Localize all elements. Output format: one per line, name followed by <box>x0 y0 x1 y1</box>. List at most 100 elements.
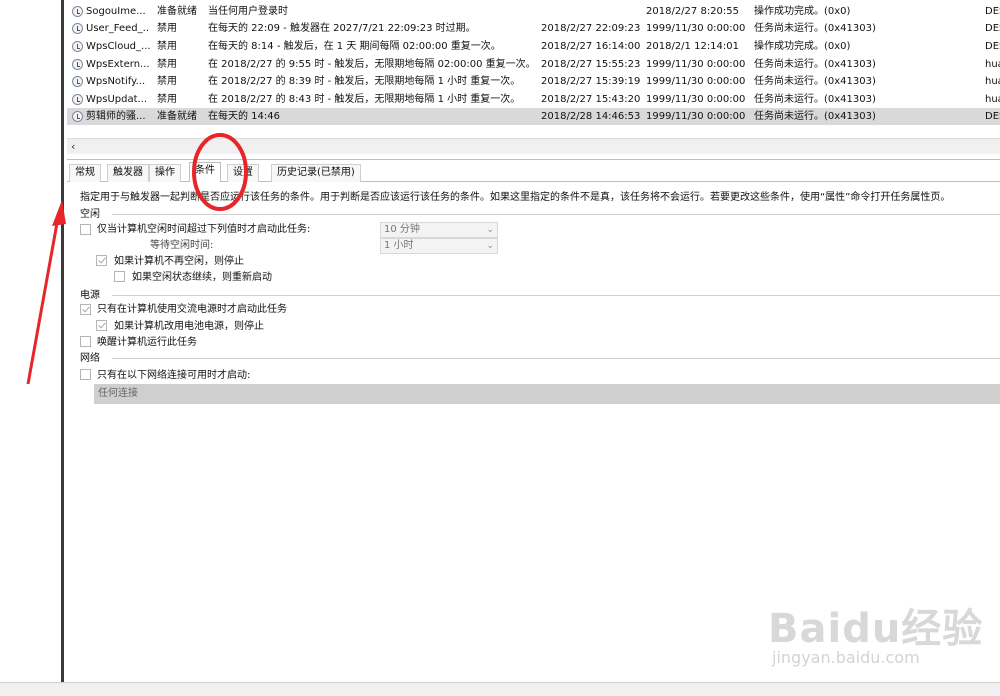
network-group-title: 网络 <box>80 353 100 364</box>
task-trigger: 在 2018/2/27 的 8:39 时 - 触发后，无限期地每隔 1 小时 重… <box>208 76 521 87</box>
start-if-idle-checkbox[interactable] <box>80 224 91 235</box>
task-status: 准备就绪 <box>157 6 197 17</box>
task-status: 禁用 <box>157 41 177 52</box>
wake-computer-label: 唤醒计算机运行此任务 <box>97 337 197 348</box>
task-next-run: 2018/2/27 15:55:23 <box>541 59 641 70</box>
wait-idle-label: 等待空闲时间: <box>150 240 214 251</box>
horizontal-scrollbar[interactable]: ‹ <box>67 138 1000 154</box>
tab-general[interactable]: 常规 <box>69 164 101 182</box>
task-author: DES <box>985 41 1000 52</box>
task-result: 操作成功完成。(0x0) <box>754 41 851 52</box>
task-result: 任务尚未运行。(0x41303) <box>754 23 876 34</box>
task-trigger: 在每天的 22:09 - 触发器在 2027/7/21 22:09:23 时过期… <box>208 23 476 34</box>
table-row[interactable]: WpsUpdat... 禁用 在 2018/2/27 的 8:43 时 - 触发… <box>67 91 1000 108</box>
clock-icon <box>72 59 83 70</box>
task-last-run: 1999/11/30 0:00:00 <box>646 59 746 70</box>
stop-if-not-idle-label: 如果计算机不再空闲，则停止 <box>114 256 244 267</box>
task-trigger: 在 2018/2/27 的 8:43 时 - 触发后，无限期地每隔 1 小时 重… <box>208 94 521 105</box>
task-scheduler-window: SogouIme... 准备就绪 当任何用户登录时 2018/2/27 8:20… <box>0 0 1000 696</box>
task-status: 禁用 <box>157 59 177 70</box>
task-name: 剪辑师的骚... <box>86 111 146 122</box>
tab-actions[interactable]: 操作 <box>149 164 181 182</box>
restart-if-idle-checkbox[interactable] <box>114 271 125 282</box>
clock-icon <box>72 94 83 105</box>
wait-idle-select[interactable]: 1 小时 ⌄ <box>380 238 498 254</box>
task-author: DES <box>985 111 1000 122</box>
clock-icon <box>72 6 83 17</box>
task-next-run: 2018/2/27 15:43:20 <box>541 94 641 105</box>
clock-icon <box>72 23 83 34</box>
tab-triggers[interactable]: 触发器 <box>107 164 149 182</box>
left-pane <box>0 0 64 682</box>
task-name: User_Feed_... <box>86 23 150 34</box>
tab-history[interactable]: 历史记录(已禁用) <box>271 164 361 182</box>
table-row[interactable]: User_Feed_... 禁用 在每天的 22:09 - 触发器在 2027/… <box>67 20 1000 37</box>
task-last-run: 1999/11/30 0:00:00 <box>646 94 746 105</box>
table-row[interactable]: WpsNotify... 禁用 在 2018/2/27 的 8:39 时 - 触… <box>67 73 1000 90</box>
conditions-description: 指定用于与触发器一起判断是否应运行该任务的条件。用于判断是否应该运行该任务的条件… <box>80 192 951 203</box>
tab-settings[interactable]: 设置 <box>227 164 259 182</box>
task-trigger: 当任何用户登录时 <box>208 6 288 17</box>
table-row-selected[interactable]: 剪辑师的骚... 准备就绪 在每天的 14:46 2018/2/28 14:46… <box>67 108 1000 125</box>
task-author: hua <box>985 59 1000 70</box>
task-name: SogouIme... <box>86 6 146 17</box>
stop-if-not-idle-checkbox[interactable] <box>96 255 107 266</box>
conditions-panel: 指定用于与触发器一起判断是否应运行该任务的条件。用于判断是否应该运行该任务的条件… <box>67 182 1000 674</box>
idle-duration-value: 10 分钟 <box>384 224 420 235</box>
task-properties-tabs: 常规 触发器 操作 条件 设置 历史记录(已禁用) <box>67 162 1000 183</box>
tab-conditions[interactable]: 条件 <box>189 162 221 183</box>
idle-duration-select[interactable]: 10 分钟 ⌄ <box>380 222 498 238</box>
chevron-down-icon: ⌄ <box>486 241 494 251</box>
idle-group-title: 空闲 <box>80 209 100 220</box>
task-trigger: 在 2018/2/27 的 9:55 时 - 触发后，无限期地每隔 02:00:… <box>208 59 536 70</box>
status-bar <box>0 682 1000 696</box>
network-only-label: 只有在以下网络连接可用时才启动: <box>97 370 251 381</box>
task-name: WpsCloud_... <box>86 41 150 52</box>
task-next-run: 2018/2/28 14:46:53 <box>541 111 641 122</box>
task-list[interactable]: SogouIme... 准备就绪 当任何用户登录时 2018/2/27 8:20… <box>67 0 1000 128</box>
task-last-run: 2018/2/1 12:14:01 <box>646 41 740 52</box>
task-last-run: 1999/11/30 0:00:00 <box>646 76 746 87</box>
task-author: hua <box>985 94 1000 105</box>
clock-icon <box>72 76 83 87</box>
task-trigger: 在每天的 14:46 <box>208 111 280 122</box>
task-status: 禁用 <box>157 76 177 87</box>
task-next-run: 2018/2/27 15:39:19 <box>541 76 641 87</box>
wake-computer-checkbox[interactable] <box>80 336 91 347</box>
pane-splitter[interactable] <box>67 154 1000 160</box>
table-row[interactable]: WpsCloud_... 禁用 在每天的 8:14 - 触发后，在 1 天 期间… <box>67 38 1000 55</box>
task-author: hua <box>985 76 1000 87</box>
network-connection-select[interactable]: 任何连接 <box>94 384 1000 404</box>
scroll-left-icon[interactable]: ‹ <box>71 139 75 155</box>
restart-if-idle-label: 如果空闲状态继续，则重新启动 <box>132 272 272 283</box>
task-next-run: 2018/2/27 22:09:23 <box>541 23 641 34</box>
task-status: 禁用 <box>157 23 177 34</box>
ac-power-only-checkbox[interactable] <box>80 304 91 315</box>
task-result: 任务尚未运行。(0x41303) <box>754 111 876 122</box>
clock-icon <box>72 41 83 52</box>
task-status: 禁用 <box>157 94 177 105</box>
table-row[interactable]: SogouIme... 准备就绪 当任何用户登录时 2018/2/27 8:20… <box>67 3 1000 20</box>
task-name: WpsNotify... <box>86 76 146 87</box>
idle-group-divider <box>112 214 1000 215</box>
power-group-divider <box>112 295 1000 296</box>
stop-on-battery-checkbox[interactable] <box>96 320 107 331</box>
task-last-run: 1999/11/30 0:00:00 <box>646 111 746 122</box>
clock-icon <box>72 111 83 122</box>
task-last-run: 2018/2/27 8:20:55 <box>646 6 740 17</box>
task-result: 任务尚未运行。(0x41303) <box>754 94 876 105</box>
table-row[interactable]: WpsExtern... 禁用 在 2018/2/27 的 9:55 时 - 触… <box>67 56 1000 73</box>
task-next-run: 2018/2/27 16:14:00 <box>541 41 641 52</box>
task-trigger: 在每天的 8:14 - 触发后，在 1 天 期间每隔 02:00:00 重复一次… <box>208 41 501 52</box>
task-status: 准备就绪 <box>157 111 197 122</box>
wait-idle-value: 1 小时 <box>384 240 414 251</box>
task-last-run: 1999/11/30 0:00:00 <box>646 23 746 34</box>
task-result: 任务尚未运行。(0x41303) <box>754 76 876 87</box>
task-result: 操作成功完成。(0x0) <box>754 6 851 17</box>
power-group-title: 电源 <box>80 290 100 301</box>
task-name: WpsExtern... <box>86 59 150 70</box>
task-author: DES <box>985 6 1000 17</box>
start-if-idle-label: 仅当计算机空闲时间超过下列值时才启动此任务: <box>97 224 311 235</box>
network-only-checkbox[interactable] <box>80 369 91 380</box>
task-name: WpsUpdat... <box>86 94 148 105</box>
